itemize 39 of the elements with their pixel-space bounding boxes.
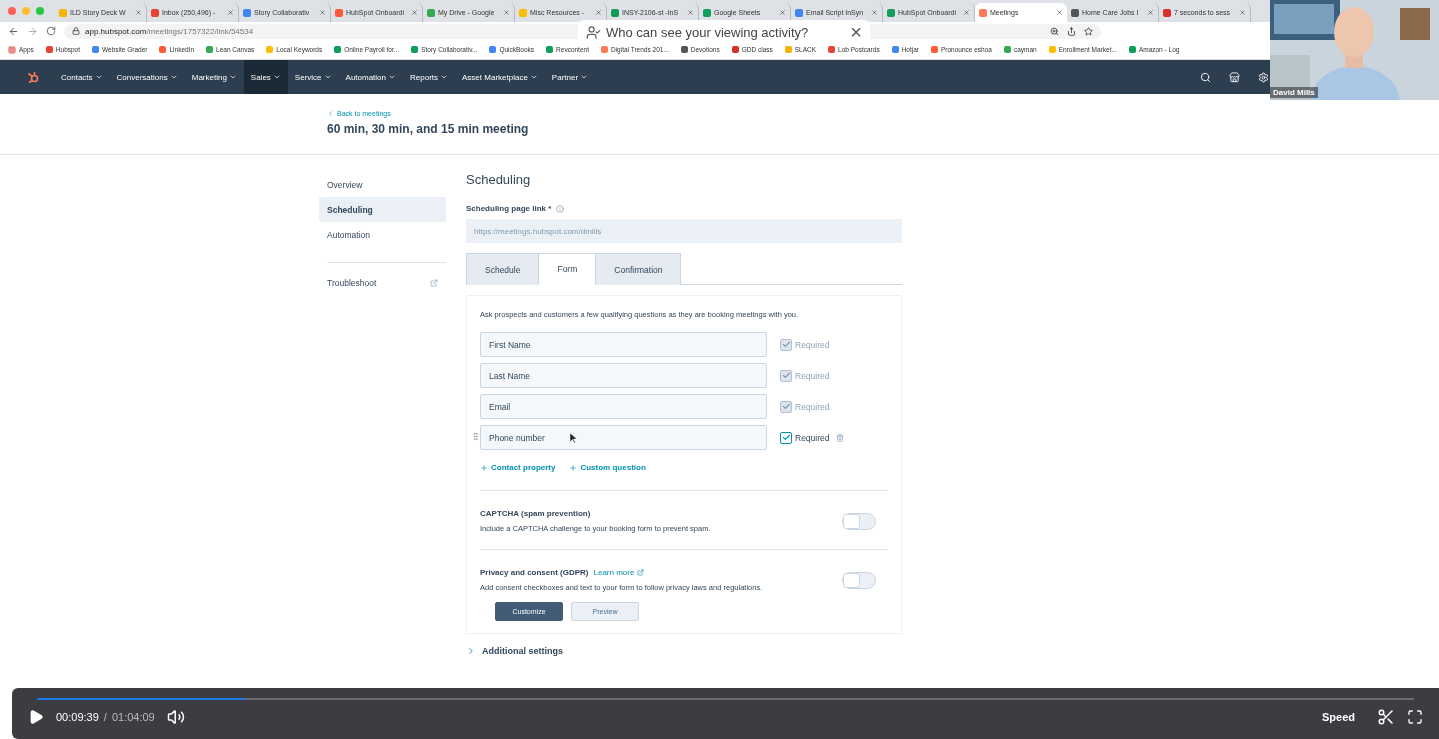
form-tab[interactable]: Confirmation (595, 253, 682, 285)
nav-menu-item[interactable]: Asset Marketplace (455, 60, 545, 94)
required-label: Required (795, 339, 830, 350)
nav-menu-item[interactable]: Partner (544, 60, 596, 94)
url-text: app.hubspot.com/meetings/1757322/link/54534 (85, 26, 254, 36)
nav-menu-item[interactable]: Reports (403, 60, 456, 94)
field-label: Scheduling page link * (466, 204, 552, 213)
required-label: Required (795, 370, 830, 381)
speed-button[interactable]: Speed (1322, 711, 1355, 723)
page-link-field[interactable]: https://meetings.hubspot.com/dmills (466, 219, 902, 243)
setting-title: CAPTCHA (spam prevention) (480, 509, 591, 518)
close-button[interactable]: × (850, 22, 862, 42)
section-heading: Scheduling (466, 172, 532, 187)
current-time: 00:09:39 (56, 711, 99, 723)
troubleshoot-link[interactable]: Troubleshoot (327, 278, 377, 288)
nav-menu-item[interactable]: Service (287, 60, 339, 94)
nav-menu-item[interactable]: Conversations (109, 60, 185, 94)
popup-text: Who can see your viewing activity? (606, 24, 809, 40)
sidebar-item[interactable]: Automation (319, 222, 446, 247)
nav-menu-item[interactable]: Automation (338, 60, 403, 94)
duration-time: 01:04:09 (111, 711, 155, 723)
setting-title: Privacy and consent (GDPR) (480, 568, 589, 577)
sidebar-item[interactable]: Overview (319, 172, 446, 197)
form-field[interactable]: Phone number (480, 425, 767, 450)
page-title: 60 min, 30 min, and 15 min meeting (327, 122, 530, 136)
required-label: Required (795, 401, 830, 412)
form-tab[interactable]: Schedule (466, 253, 540, 285)
participant-name: David Mills (1270, 87, 1318, 98)
learn-more-link[interactable]: Learn more (593, 568, 645, 577)
nav-menu-item[interactable]: Contacts (54, 60, 110, 94)
add-link[interactable]: Contact property (480, 463, 556, 472)
form-tab[interactable]: Form (538, 253, 597, 285)
time-separator: / (103, 711, 107, 723)
nav-menu-item[interactable]: Marketing (184, 60, 244, 94)
required-label: Required (795, 432, 830, 443)
nav-menu-item[interactable]: Sales (243, 60, 288, 94)
add-link[interactable]: Custom question (569, 463, 646, 472)
sidebar-item[interactable]: Scheduling (319, 197, 446, 222)
additional-settings-toggle[interactable]: Additional settings (482, 646, 563, 656)
